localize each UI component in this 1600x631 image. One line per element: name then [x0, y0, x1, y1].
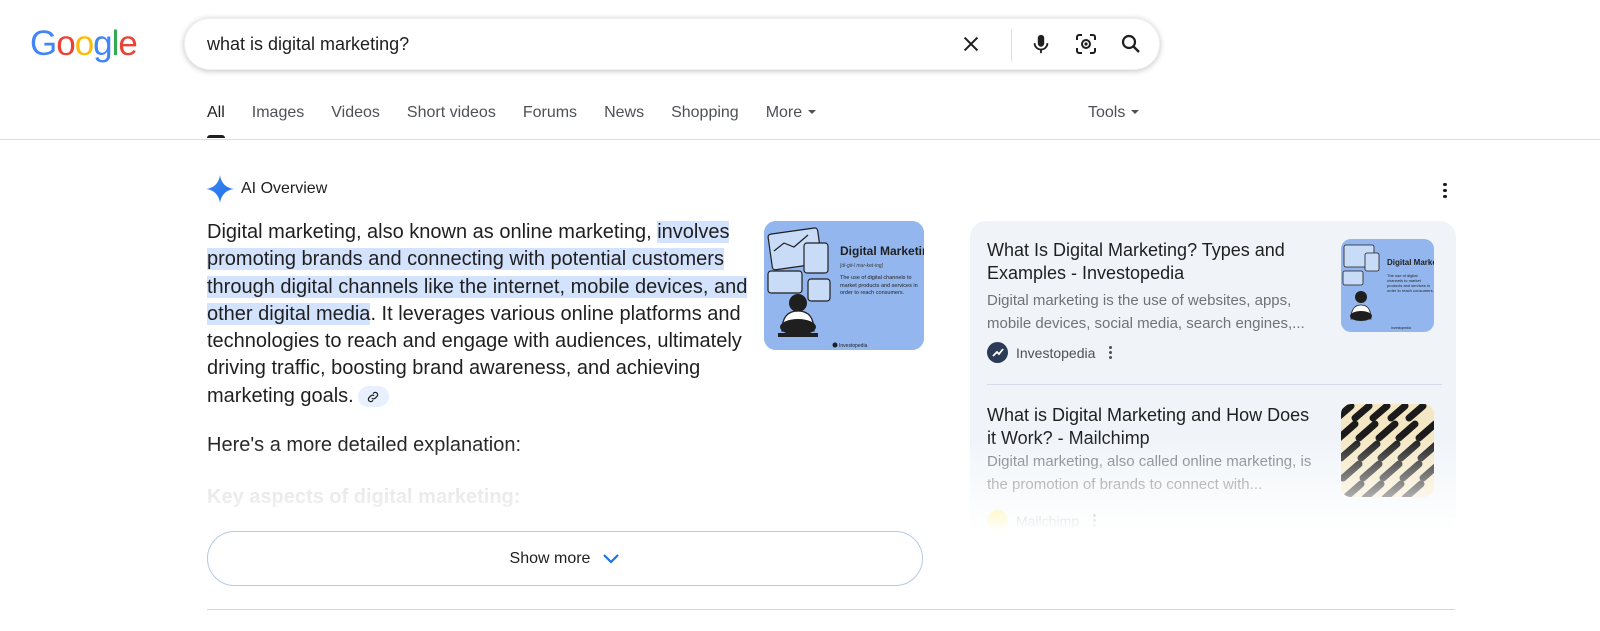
logo-letter: o — [56, 24, 75, 63]
google-logo[interactable]: Google — [30, 24, 138, 63]
source-thumbnail[interactable] — [1341, 404, 1434, 497]
logo-letter: l — [111, 24, 120, 63]
source-thumbnail[interactable]: Digital Marketing The use of digital cha… — [1341, 239, 1434, 332]
search-box — [184, 18, 1160, 70]
search-input[interactable] — [207, 19, 907, 69]
thumb-description: The use of digital channels to market pr… — [1387, 273, 1434, 293]
logo-letter: o — [74, 24, 94, 63]
tab-label: Short videos — [406, 104, 496, 121]
tab-all[interactable]: All — [207, 104, 225, 138]
link-icon[interactable] — [357, 386, 389, 407]
tab-more[interactable]: More — [765, 104, 817, 138]
source-item-mailchimp[interactable]: What is Digital Marketing and How Does i… — [987, 404, 1442, 531]
gemini-sparkle-icon — [206, 175, 234, 203]
search-divider — [1011, 29, 1012, 61]
tab-label: Images — [251, 104, 305, 121]
logo-letter: g — [93, 24, 112, 63]
ai-overview-subheading: Key aspects of digital marketing: — [207, 486, 521, 508]
tab-label: Shopping — [671, 104, 739, 121]
show-more-label: Show more — [509, 549, 591, 567]
tab-images[interactable]: Images — [252, 104, 304, 138]
source-item-investopedia[interactable]: What Is Digital Marketing? Types and Exa… — [987, 239, 1442, 379]
tabs-divider — [0, 139, 1600, 140]
caret-down-icon — [808, 109, 817, 114]
image-description: The use of digital channels to market pr… — [840, 275, 918, 296]
close-icon[interactable] — [958, 31, 984, 57]
tab-label: Videos — [331, 104, 380, 121]
logo-letter: e — [118, 24, 137, 63]
tab-label: More — [765, 104, 803, 121]
tab-shopping[interactable]: Shopping — [671, 104, 739, 138]
chevron-down-icon — [603, 553, 620, 564]
tab-short-videos[interactable]: Short videos — [407, 104, 496, 138]
caret-down-icon — [1131, 109, 1140, 114]
ai-overview-text: Digital marketing, also known as online … — [207, 219, 752, 410]
source-title[interactable]: What Is Digital Marketing? Types and Exa… — [987, 239, 1317, 284]
show-more-button[interactable]: Show more — [207, 531, 923, 586]
source-site-name: Mailchimp — [1016, 512, 1080, 529]
source-more-icon[interactable] — [1107, 346, 1113, 359]
thumb-credit: Investopedia — [1391, 326, 1411, 330]
mailchimp-favicon — [987, 510, 1008, 531]
mic-icon[interactable] — [1028, 31, 1054, 57]
tools-button[interactable]: Tools — [1088, 104, 1140, 122]
source-divider — [987, 384, 1442, 385]
tab-label: All — [207, 104, 225, 121]
lens-icon[interactable] — [1073, 31, 1099, 57]
source-snippet: Digital marketing is the use of websites… — [987, 292, 1305, 332]
overview-text-part: Digital marketing, also known as online … — [207, 221, 658, 243]
search-icon[interactable] — [1118, 31, 1144, 57]
image-credit: Investopedia — [839, 343, 868, 349]
section-divider — [207, 609, 1455, 610]
thumb-title: Digital Marketing — [1387, 258, 1434, 267]
source-site-name: Investopedia — [1016, 344, 1096, 361]
tab-label: Forums — [522, 104, 578, 121]
tab-videos[interactable]: Videos — [331, 104, 380, 138]
tab-label: News — [604, 104, 645, 121]
source-title[interactable]: What is Digital Marketing and How Does i… — [987, 404, 1317, 449]
tools-label: Tools — [1088, 104, 1126, 121]
source-meta: Mailchimp — [987, 510, 1096, 531]
image-title: Digital Marketing — [840, 244, 924, 258]
ai-overview-more-icon[interactable] — [1441, 183, 1449, 198]
source-meta: Investopedia — [987, 342, 1112, 363]
image-pronunciation: [di-git-l mar-ket-ing] — [839, 263, 884, 269]
logo-letter: G — [30, 24, 57, 63]
search-tabs: All Images Videos Short videos Forums Ne… — [207, 104, 843, 138]
investopedia-favicon — [987, 342, 1008, 363]
tab-forums[interactable]: Forums — [523, 104, 577, 138]
tab-news[interactable]: News — [604, 104, 644, 138]
source-snippet: Digital marketing, also called online ma… — [987, 453, 1312, 493]
source-more-icon[interactable] — [1091, 514, 1097, 527]
ai-overview-header: AI Overview — [205, 174, 327, 204]
ai-overview-explanation: Here's a more detailed explanation: — [207, 434, 522, 456]
ai-overview-image[interactable]: Digital Marketing [di-git-l mar-ket-ing]… — [764, 221, 924, 350]
sources-card: What Is Digital Marketing? Types and Exa… — [970, 221, 1456, 531]
digital-marketing-illustration: Digital Marketing [di-git-l mar-ket-ing]… — [764, 221, 924, 350]
ai-overview-title: AI Overview — [241, 180, 328, 197]
